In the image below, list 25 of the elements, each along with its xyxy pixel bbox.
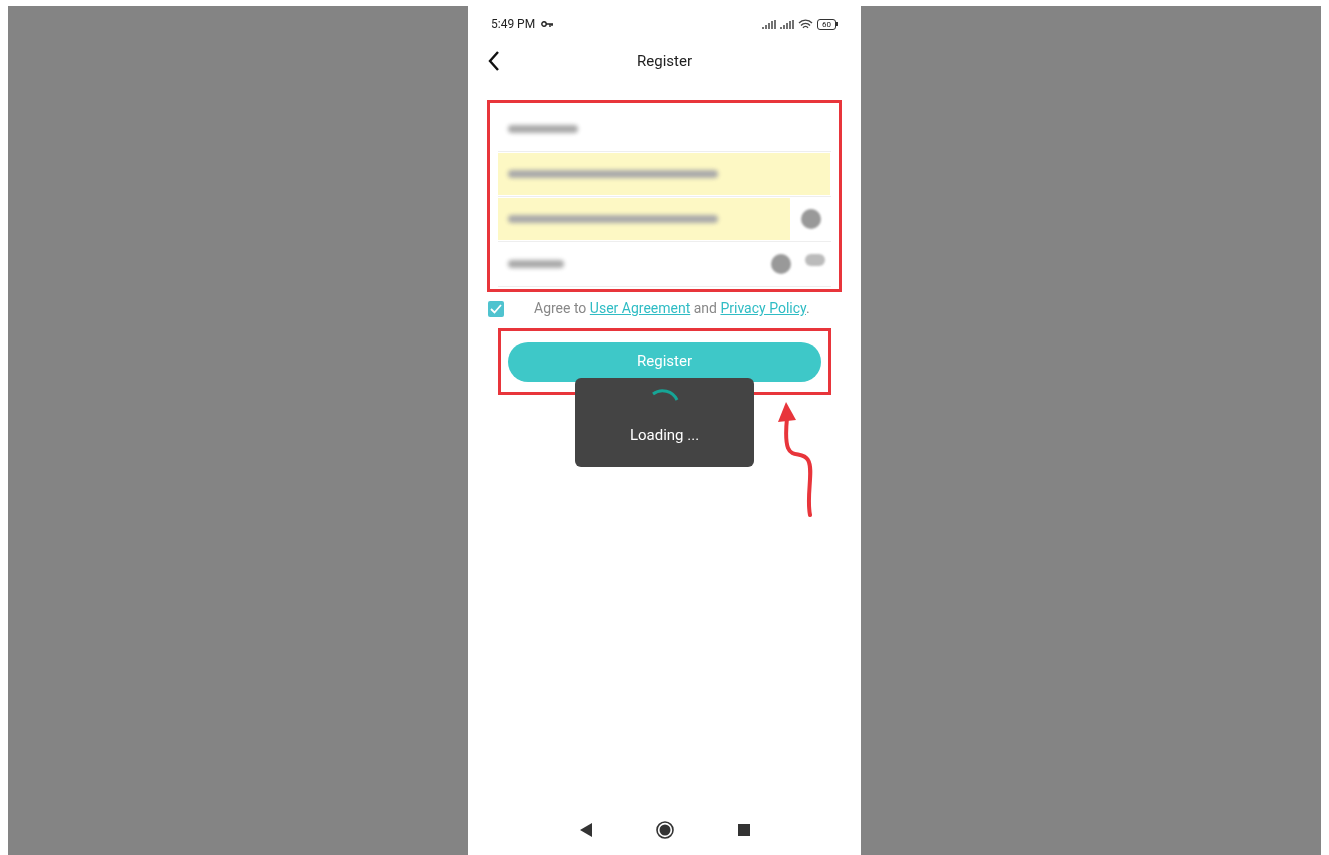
screen-title: Register [637, 50, 692, 72]
status-time: 5:49 PM [491, 16, 536, 33]
nav-home-icon[interactable] [655, 821, 674, 839]
blurred-text [508, 260, 564, 268]
input-field[interactable] [498, 153, 830, 195]
user-agreement-link[interactable]: User Agreement [589, 300, 691, 316]
back-icon [488, 51, 500, 71]
signal-icon [780, 19, 794, 29]
agreement-text: Agree to User Agreement and Privacy Policy. [534, 299, 810, 318]
key-icon [541, 21, 554, 27]
input-field[interactable] [498, 198, 790, 240]
blurred-text [508, 125, 578, 133]
battery-icon: 60 [817, 18, 838, 30]
clear-icon[interactable] [771, 254, 791, 274]
wifi-icon [798, 18, 813, 30]
clear-icon[interactable] [800, 209, 821, 229]
signal-icon [762, 19, 776, 29]
loading-text: Loading ... [629, 425, 700, 446]
eye-icon[interactable] [805, 254, 825, 266]
nav-back-icon[interactable] [579, 823, 592, 837]
privacy-policy-link[interactable]: Privacy Policy [720, 300, 806, 316]
checkbox[interactable] [488, 300, 504, 317]
nav-recents-icon[interactable] [737, 824, 750, 836]
check-icon [490, 303, 502, 314]
register-button[interactable]: Register [508, 341, 821, 382]
